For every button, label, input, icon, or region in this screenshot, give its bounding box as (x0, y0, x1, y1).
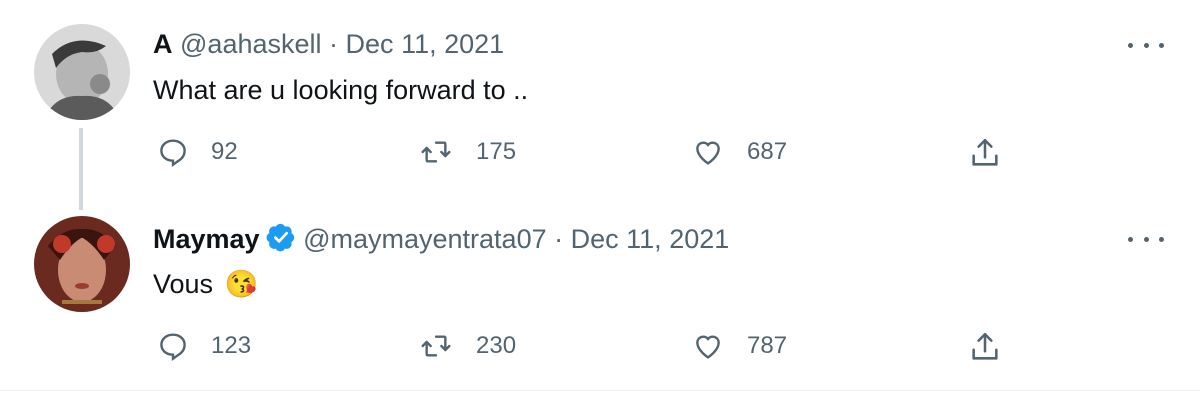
retweet-icon (421, 141, 451, 163)
more-icon[interactable] (1128, 229, 1164, 249)
tweet-header: A @aahaskell · Dec 11, 2021 (153, 28, 504, 60)
share-button[interactable] (968, 136, 1002, 170)
separator: · (329, 29, 339, 59)
share-icon (972, 332, 998, 360)
retweet-icon (421, 335, 451, 357)
retweet-count: 175 (476, 138, 517, 165)
share-icon (972, 138, 998, 166)
divider (0, 390, 1200, 391)
reply-count: 123 (211, 332, 252, 359)
like-count: 787 (747, 332, 788, 359)
retweet-count: 230 (476, 332, 517, 359)
timestamp[interactable]: Dec 11, 2021 (571, 224, 730, 254)
retweet-button[interactable]: 175 (418, 136, 516, 168)
reply-button[interactable]: 123 (157, 330, 251, 362)
kiss-emoji: 😘 (224, 269, 259, 299)
reply-icon (160, 333, 186, 362)
display-name[interactable]: Maymay (153, 224, 260, 254)
like-button[interactable]: 687 (691, 136, 787, 168)
retweet-button[interactable]: 230 (418, 330, 516, 362)
like-icon (696, 335, 720, 359)
reply-icon (160, 139, 186, 168)
handle[interactable]: @maymayentrata07 (303, 224, 547, 254)
more-icon[interactable] (1128, 35, 1164, 55)
tweet-text: What are u looking forward to .. (153, 75, 529, 105)
like-icon (696, 141, 720, 165)
thread-connector (79, 128, 83, 210)
reply-button[interactable]: 92 (157, 136, 238, 168)
handle[interactable]: @aahaskell (180, 29, 322, 59)
display-name[interactable]: A (153, 29, 173, 59)
timestamp[interactable]: Dec 11, 2021 (346, 29, 505, 59)
tweet-text-body: Vous (153, 269, 214, 299)
reply-count: 92 (211, 138, 238, 165)
avatar[interactable] (34, 24, 130, 120)
avatar[interactable] (34, 216, 130, 312)
tweet-2[interactable]: Maymay @maymayentrata07 · Dec 11, 2021 V… (0, 200, 1200, 390)
verified-badge-icon (266, 223, 294, 252)
separator: · (554, 224, 564, 254)
tweet-1[interactable]: A @aahaskell · Dec 11, 2021 What are u l… (0, 0, 1200, 200)
tweet-text: Vous 😘 (153, 268, 258, 300)
like-button[interactable]: 787 (691, 330, 787, 362)
tweet-header: Maymay @maymayentrata07 · Dec 11, 2021 (153, 222, 729, 255)
share-button[interactable] (968, 330, 1002, 364)
like-count: 687 (747, 138, 788, 165)
